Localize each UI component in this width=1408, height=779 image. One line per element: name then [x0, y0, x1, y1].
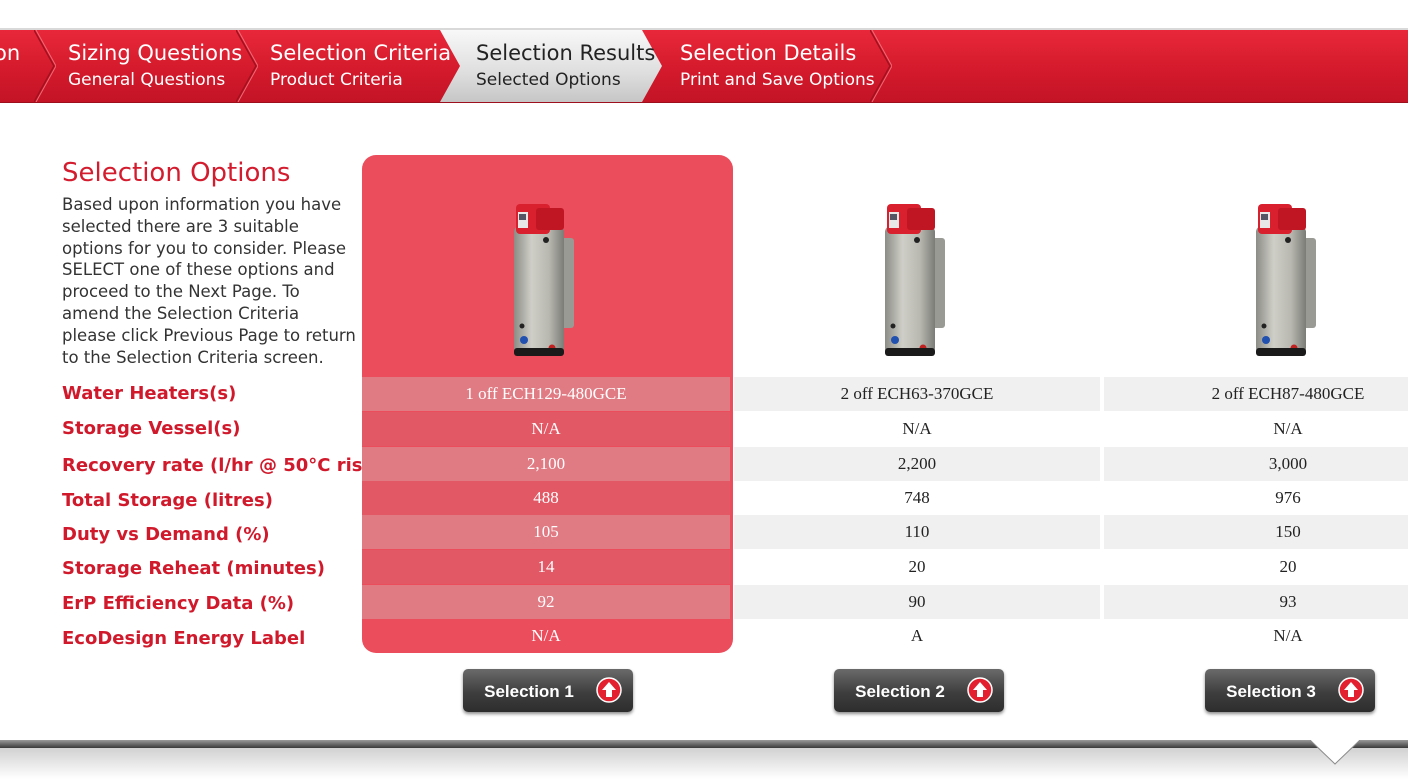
option-2-storage-reheat: 20 — [908, 557, 926, 576]
option-1-storage-reheat: 14 — [362, 550, 730, 584]
step-selection-details[interactable]: Selection Details Print and Save Options — [668, 30, 875, 102]
wizard-step-bar: on Sizing Questions General Questions Se… — [0, 28, 1408, 102]
option-3-storage-reheat: 20 — [1279, 557, 1297, 576]
option-3-storage-vessels: N/A — [1273, 419, 1303, 438]
row-label-storage-vessels: Storage Vessel(s) — [62, 418, 241, 439]
selection-description: Based upon information you have selected… — [62, 195, 356, 367]
row-label-erp-efficiency: ErP Efficiency Data (%) — [62, 593, 295, 614]
option-1-erp-efficiency: 92 — [362, 585, 730, 619]
option-2-water-heaters: 2 off ECH63-370GCE — [734, 377, 1100, 411]
option-3-ecodesign-label: N/A — [1273, 626, 1303, 645]
button-label: Selection 2 — [855, 682, 945, 701]
step-selection-results[interactable]: Selection Results Selected Options — [464, 30, 655, 102]
option-3-water-heaters: 2 off ECH87-480GCE — [1104, 377, 1408, 411]
option-1-duty-vs-demand: 105 — [362, 515, 730, 549]
option-2-recovery-rate: 2,200 — [734, 447, 1100, 481]
step-title: on — [0, 41, 21, 65]
step-subtitle: Selected Options — [476, 70, 621, 90]
step-title: Selection Results — [476, 41, 656, 65]
step-subtitle: General Questions — [68, 70, 226, 90]
button-label: Selection 3 — [1226, 682, 1316, 701]
footer-divider — [0, 740, 1408, 748]
step-subtitle: Print and Save Options — [680, 70, 875, 90]
selection-3-button[interactable]: Selection 3 — [1205, 669, 1375, 712]
option-1-water-heaters: 1 off ECH129-480GCE — [362, 377, 730, 411]
step-separator — [870, 30, 892, 102]
selection-1-button[interactable]: Selection 1 — [463, 669, 633, 712]
step-sizing-questions[interactable]: Sizing Questions General Questions — [56, 30, 242, 102]
option-2-storage-vessels: N/A — [902, 419, 932, 438]
row-label-recovery-rate: Recovery rate (l/hr @ 50°C rise) — [62, 455, 383, 476]
option-2-ecodesign-label: A — [910, 626, 924, 645]
step-title: Selection Criteria — [270, 41, 452, 65]
water-heater-icon — [885, 204, 945, 356]
option-3-total-storage: 976 — [1275, 488, 1301, 507]
up-arrow-icon — [596, 677, 622, 703]
step-title: Sizing Questions — [68, 41, 243, 65]
option-1-recovery-rate: 2,100 — [362, 447, 730, 481]
up-arrow-icon — [1338, 677, 1364, 703]
step-title: Selection Details — [680, 41, 857, 65]
option-2-total-storage: 748 — [904, 488, 930, 507]
step-subtitle: Product Criteria — [270, 70, 403, 90]
option-2-erp-efficiency: 90 — [734, 585, 1100, 619]
button-label: Selection 1 — [484, 682, 574, 701]
selection-2-button[interactable]: Selection 2 — [834, 669, 1004, 712]
row-label-duty-vs-demand: Duty vs Demand (%) — [62, 524, 270, 545]
row-label-storage-reheat: Storage Reheat (minutes) — [62, 558, 325, 579]
step-previous[interactable]: on — [0, 30, 34, 102]
pointer-notch — [1310, 740, 1360, 765]
step-separator — [34, 30, 56, 102]
option-3-erp-efficiency: 93 — [1104, 585, 1408, 619]
option-1-total-storage: 488 — [362, 481, 730, 515]
row-label-total-storage: Total Storage (litres) — [62, 490, 273, 511]
option-1-ecodesign-label: N/A — [531, 626, 561, 645]
step-separator — [236, 30, 258, 102]
option-2-duty-vs-demand: 110 — [734, 515, 1100, 549]
row-label-water-heaters: Water Heaters(s) — [62, 383, 237, 404]
water-heater-icon — [1256, 204, 1316, 356]
row-label-ecodesign-label: EcoDesign Energy Label — [62, 628, 306, 649]
step-selection-criteria[interactable]: Selection Criteria Product Criteria — [258, 30, 451, 102]
footer-shadow — [0, 748, 1408, 779]
option-3-recovery-rate: 3,000 — [1104, 447, 1408, 481]
option-3-duty-vs-demand: 150 — [1104, 515, 1408, 549]
up-arrow-icon — [967, 677, 993, 703]
water-heater-icon — [514, 204, 574, 356]
option-1-storage-vessels: N/A — [362, 412, 730, 446]
page-title: Selection Options — [62, 158, 291, 188]
